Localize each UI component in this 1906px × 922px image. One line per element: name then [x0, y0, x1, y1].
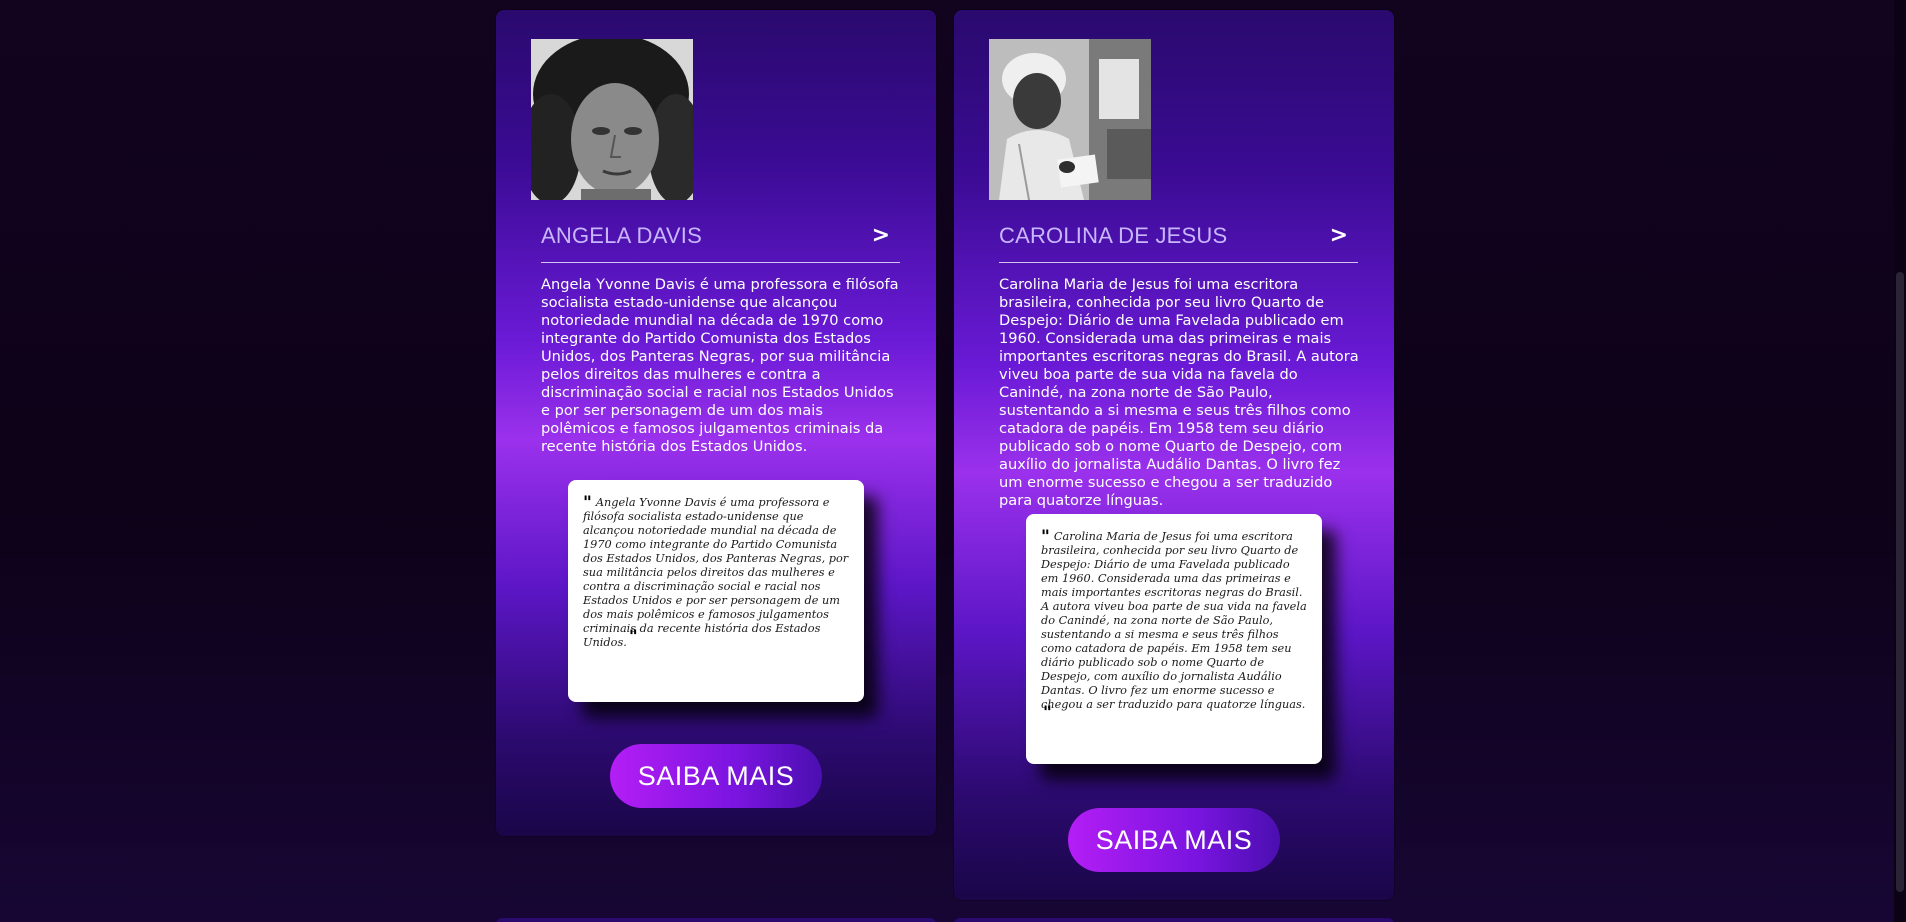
- scrollbar-thumb[interactable]: [1896, 272, 1904, 892]
- profile-card-carolina-de-jesus: CAROLINA DE JESUS > Carolina Maria de Je…: [954, 10, 1394, 900]
- saiba-mais-button[interactable]: SAIBA MAIS: [610, 744, 822, 808]
- quote-close-mark: ": [1043, 703, 1052, 723]
- next-card-top-edge: [954, 918, 1394, 922]
- vertical-scrollbar[interactable]: [1894, 0, 1906, 922]
- quote-text: Angela Yvonne Davis é uma professora e f…: [583, 496, 849, 649]
- page: ANGELA DAVIS > Angela Yvonne Davis é uma…: [0, 0, 1906, 922]
- person-description: Angela Yvonne Davis é uma professora e f…: [541, 276, 899, 455]
- person-name: ANGELA DAVIS: [541, 223, 702, 248]
- person-name: CAROLINA DE JESUS: [999, 223, 1228, 248]
- portrait-angela-davis-image: [531, 39, 693, 200]
- card-header: ANGELA DAVIS >: [541, 215, 900, 263]
- chevron-right-icon[interactable]: >: [1330, 223, 1348, 248]
- next-card-top-edge: [496, 918, 936, 922]
- quote-text: Carolina Maria de Jesus foi uma escritor…: [1041, 530, 1307, 711]
- card-header: CAROLINA DE JESUS >: [999, 215, 1358, 263]
- person-description: Carolina Maria de Jesus foi uma escritor…: [999, 276, 1359, 509]
- portrait-photo: [989, 39, 1151, 200]
- portrait-photo: [531, 39, 693, 200]
- quote-close-mark: ": [628, 627, 638, 647]
- portrait-carolina-de-jesus-image: [989, 39, 1151, 200]
- quote-open-mark: ": [1041, 527, 1050, 547]
- quote-box: " Carolina Maria de Jesus foi uma escrito…: [1026, 514, 1322, 764]
- chevron-right-icon[interactable]: >: [872, 223, 890, 248]
- profile-card-angela-davis: ANGELA DAVIS > Angela Yvonne Davis é uma…: [496, 10, 936, 836]
- saiba-mais-button[interactable]: SAIBA MAIS: [1068, 808, 1280, 872]
- quote-open-mark: ": [583, 493, 592, 513]
- quote-box: " Angela Yvonne Davis é uma professora e …: [568, 480, 864, 702]
